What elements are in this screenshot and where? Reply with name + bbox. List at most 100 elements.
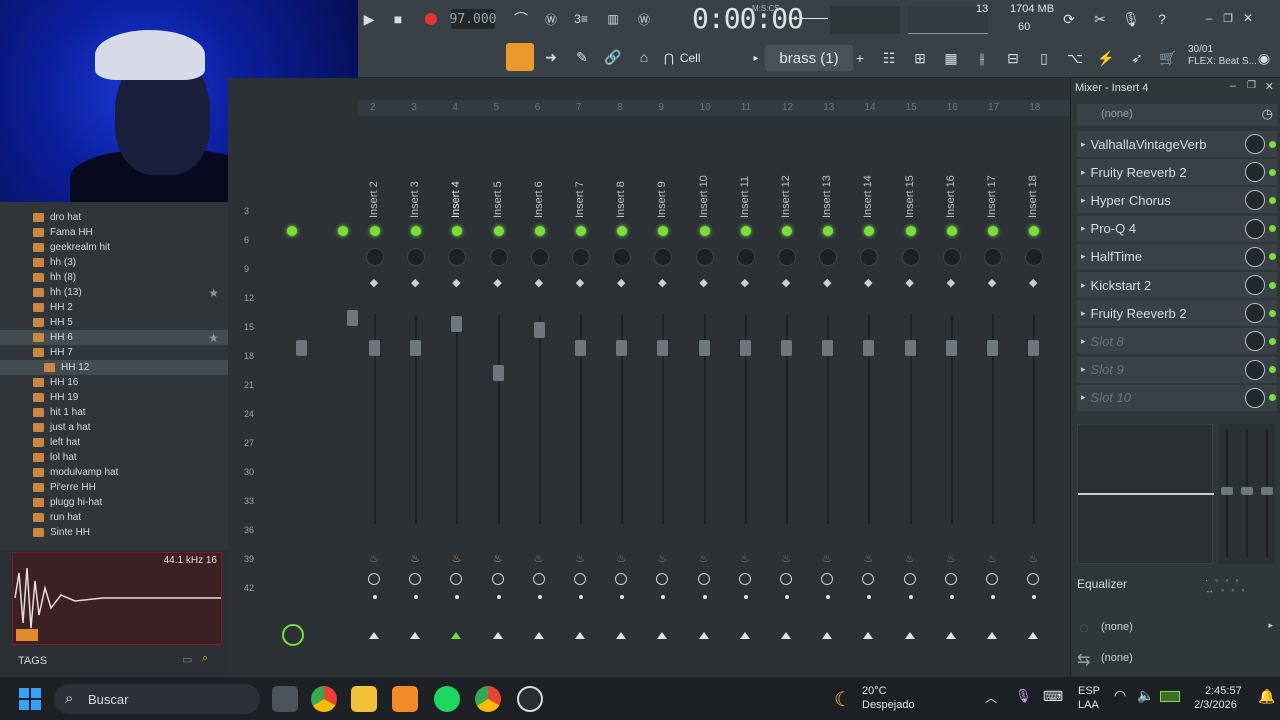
record-arm-dot[interactable] [949,595,954,599]
browser-item[interactable]: HH 2 [0,300,228,315]
fl-studio-icon[interactable] [392,686,418,712]
slot-enable-led[interactable] [1269,394,1276,402]
slot-enable-led[interactable] [1269,253,1276,261]
mute-led[interactable] [534,226,545,236]
current-fader[interactable] [347,310,358,326]
volume-fader[interactable] [451,316,463,332]
slot-enable-led[interactable] [1269,337,1276,345]
browser-item[interactable]: Fama HH [0,225,228,240]
volume-fader[interactable] [657,340,669,356]
stereo-separation-icon[interactable]: ◆ [699,278,709,289]
stereo-separation-icon[interactable]: ◆ [822,278,832,289]
master-route-icon[interactable] [282,624,304,646]
send-arrow-icon[interactable] [739,632,750,639]
channel-name[interactable]: Insert 5 [492,181,504,218]
channel-name[interactable]: Insert 2 [368,181,380,218]
pan-knob[interactable] [942,248,961,266]
microphone-icon[interactable]: 🎙 [1015,688,1032,704]
spotify-icon[interactable] [434,686,460,712]
volume-fader[interactable] [781,340,792,356]
fx-enable-icon[interactable]: ♨ [987,554,997,565]
folder-icon[interactable]: ▭ [182,653,192,666]
link-icon[interactable]: 🔗 [603,46,623,68]
stereo-separation-icon[interactable]: ◆ [616,278,626,289]
playlist-icon[interactable]: ☷ [878,46,900,70]
channel-name[interactable]: Insert 11 [739,176,751,218]
phase-toggle-icon[interactable] [532,573,545,585]
channel-name[interactable]: Insert 14 [862,175,874,218]
slot-arrow-icon[interactable]: ▸ [1081,139,1086,150]
send-arrow-icon[interactable] [781,632,791,639]
preset-clock-icon[interactable]: ◷ [1262,106,1273,122]
eq-graph[interactable] [1077,424,1214,564]
browser-item[interactable]: dro hat [0,210,228,225]
volume-icon[interactable]: 🔈 [1137,687,1154,704]
channel-name[interactable]: Insert 6 [533,181,545,218]
record-icon[interactable] [425,13,437,25]
fx-enable-icon[interactable]: ♨ [863,554,873,565]
cpu-refresh-icon[interactable]: ⟳ [1058,8,1080,30]
chevron-up-icon[interactable]: ︿ [985,689,997,706]
chrome-icon[interactable] [311,686,337,712]
volume-fader[interactable] [863,340,875,356]
record-arm-dot[interactable] [661,595,666,599]
stop-icon[interactable]: ■ [391,10,405,28]
panel-restore-icon[interactable]: ❐ [1247,80,1256,91]
loop-record-icon[interactable]: Ⓦ [633,8,655,30]
mute-led[interactable] [946,226,957,236]
channel-name[interactable]: Insert 8 [615,181,627,218]
fx-enable-icon[interactable]: ♨ [657,554,667,565]
phase-toggle-icon[interactable] [409,573,422,585]
channel-name[interactable]: Insert 10 [698,175,710,218]
phase-toggle-icon[interactable] [491,573,504,585]
volume-fader[interactable] [987,340,998,356]
play-icon[interactable]: ▶ [362,10,376,28]
play-sample-icon[interactable] [16,629,38,641]
effect-slot[interactable]: ▸ Kickstart 2 [1077,272,1277,298]
channel-name[interactable]: Insert 16 [945,175,957,218]
browser-item[interactable]: hh (13) ★ [0,285,228,300]
effect-slot[interactable]: ▸ Fruity Reeverb 2 [1077,159,1277,186]
send-arrow-icon[interactable] [945,632,956,639]
record-arm-dot[interactable] [620,595,625,599]
record-arm-dot[interactable] [702,595,707,599]
add-pattern-icon[interactable]: + [853,48,867,68]
battery-icon[interactable] [1160,691,1180,702]
help-icon[interactable]: ? [1151,8,1173,30]
tools-icon[interactable]: ✂ [1089,8,1111,30]
phase-toggle-icon[interactable] [780,573,792,585]
chrome-profile-icon[interactable] [475,686,501,712]
slot-arrow-icon[interactable]: ▸ [1081,251,1086,262]
sample-preview[interactable]: 44.1 kHz 16 [12,552,222,645]
pattern-prev-icon[interactable]: ▸ [750,48,762,68]
brush-icon[interactable]: ✎ [572,46,592,68]
panel-minimize-icon[interactable]: – [1230,80,1236,92]
record-arm-dot[interactable] [826,595,831,599]
browser-item[interactable]: Pi'erre HH [0,480,228,495]
slot-enable-led[interactable] [1269,196,1276,204]
pan-knob[interactable] [366,248,384,266]
phase-toggle-icon[interactable] [986,573,998,585]
task-view-icon[interactable] [272,686,298,712]
mute-led[interactable] [740,226,751,236]
mute-led[interactable] [699,226,710,236]
fx-enable-icon[interactable]: ♨ [451,554,461,565]
slot-enable-led[interactable] [1269,225,1276,233]
slot-mix-knob[interactable] [1245,387,1265,408]
fx-enable-icon[interactable]: ♨ [740,554,750,565]
browser-item[interactable]: left hat [0,435,228,450]
mute-led[interactable] [411,226,422,236]
pan-knob[interactable] [530,248,549,266]
metronome-icon[interactable]: ⌒ [510,8,532,30]
send-arrow-icon[interactable] [492,632,503,639]
stereo-separation-icon[interactable]: ◆ [905,278,915,289]
clock-date[interactable]: 2/3/2026 [1194,699,1237,711]
browser-item[interactable]: modulvamp hat [0,465,228,480]
send-arrow-icon[interactable] [822,632,833,639]
channel-name[interactable]: Insert 13 [821,175,833,218]
send-arrow-icon[interactable] [904,632,915,639]
fx-enable-icon[interactable]: ♨ [410,554,420,565]
pan-knob[interactable] [448,248,467,266]
phase-toggle-icon[interactable] [615,573,628,585]
microphone-icon[interactable]: 🎙 [1120,8,1142,30]
